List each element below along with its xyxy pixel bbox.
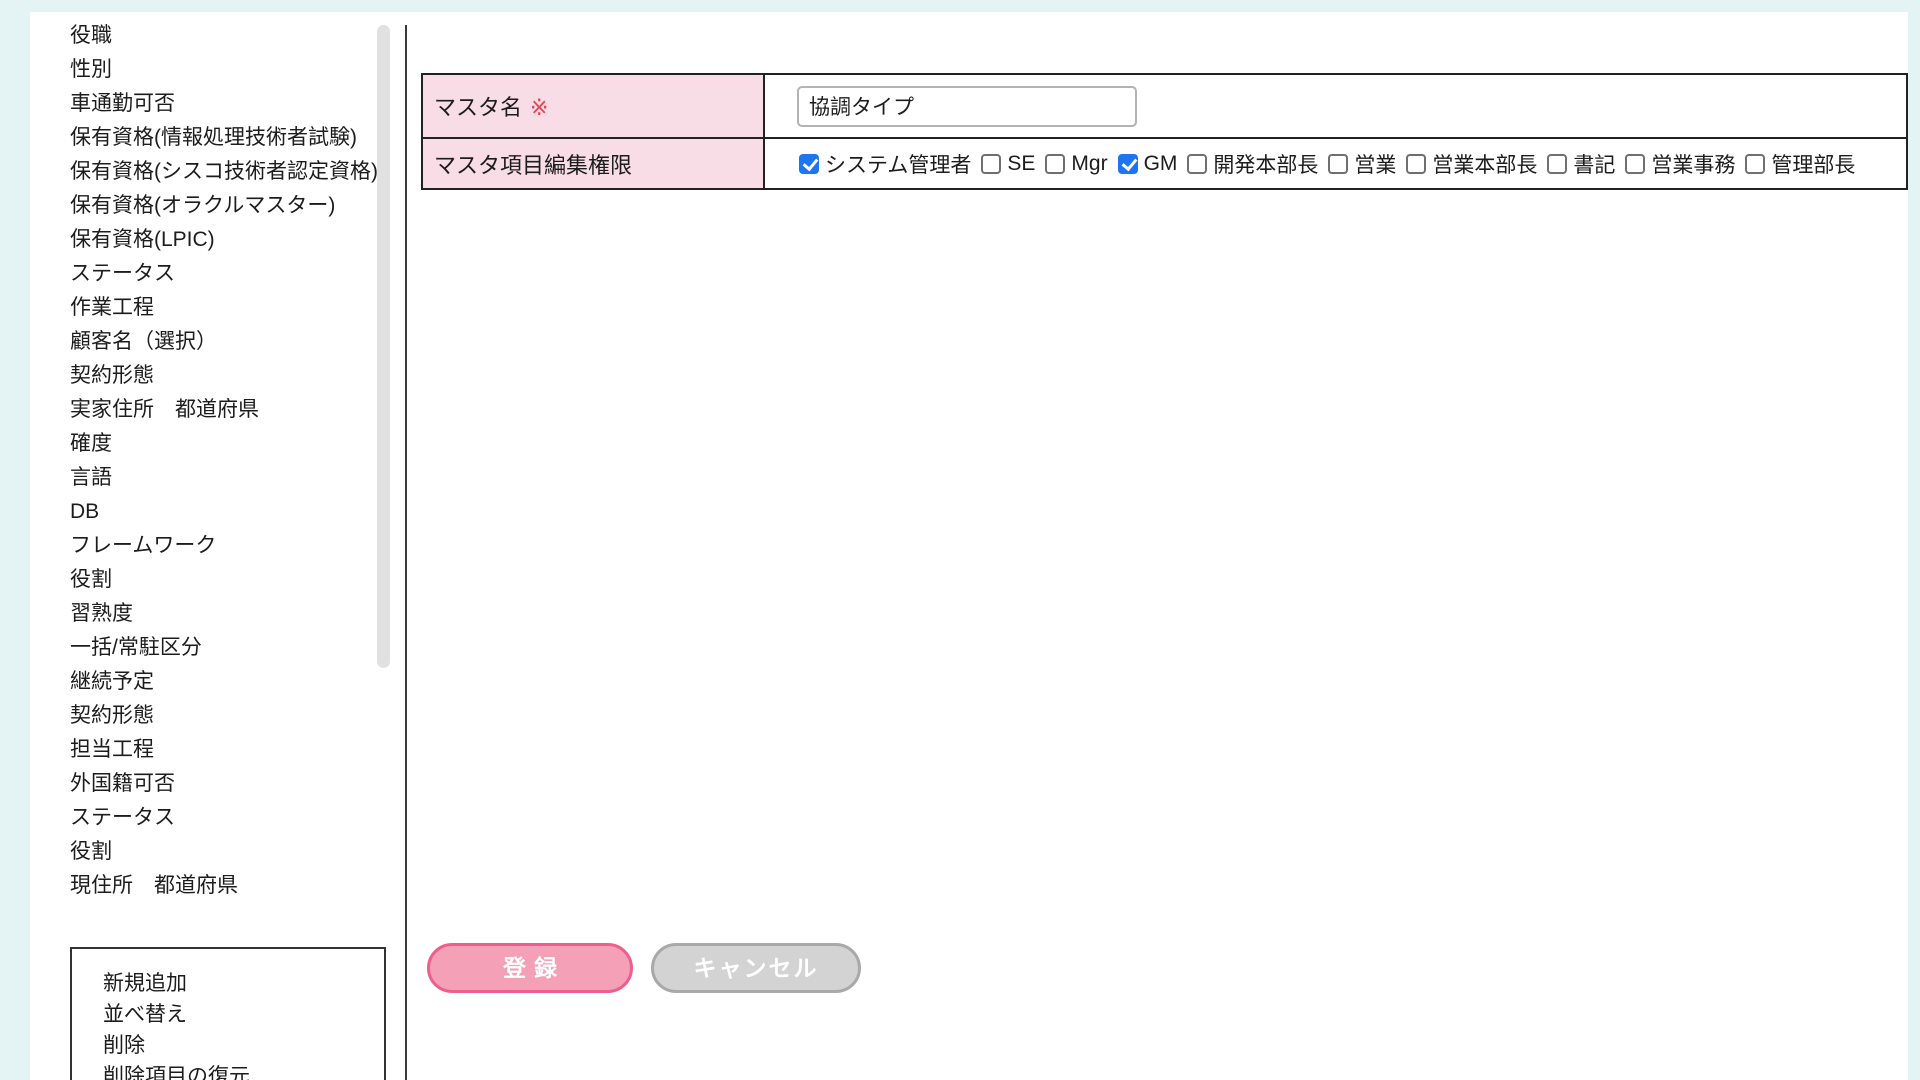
sidebar-item-cert-oracle[interactable]: 保有資格(オラクルマスター) [70,189,382,223]
sidebar-item-db[interactable]: DB [70,495,382,529]
permission-checkbox-group: システム管理者 SE Mgr GM 開発本部長 営業 営業本部長 書記 営業事務… [765,149,1906,179]
sidebar-item-cert-cisco[interactable]: 保有資格(シスコ技術者認定資格) [70,155,382,189]
required-mark: ※ [530,95,548,120]
master-name-label: マスタ名 [434,95,522,120]
permission-item-gm[interactable]: GM [1118,152,1178,176]
sidebar-item-status-1[interactable]: ステータス [70,257,382,291]
checkbox-checked-icon[interactable] [799,154,819,174]
permission-label: システム管理者 [825,149,971,179]
permission-item-sales[interactable]: 営業 [1328,149,1396,179]
permission-item-sales-hq-head[interactable]: 営業本部長 [1406,149,1537,179]
permission-item-se[interactable]: SE [981,152,1035,176]
sidebar-item-yakuwari-1[interactable]: 役割 [70,563,382,597]
master-name-label-cell: マスタ名 ※ [422,74,764,138]
master-name-value-cell [764,74,1907,138]
checkbox-unchecked-icon[interactable] [1625,154,1645,174]
sidebar-scrollbar-thumb[interactable] [377,25,390,668]
cancel-button[interactable]: キャンセル [651,943,861,993]
checkbox-unchecked-icon[interactable] [1328,154,1348,174]
menu-item-reorder[interactable]: 並べ替え [103,999,384,1030]
checkbox-unchecked-icon[interactable] [981,154,1001,174]
sidebar-item-kokyakumei[interactable]: 顧客名（選択） [70,325,382,359]
permission-label: Mgr [1071,152,1107,176]
sidebar-item-sagyou-koutei[interactable]: 作業工程 [70,291,382,325]
sidebar-item-keizoku-yotei[interactable]: 継続予定 [70,665,382,699]
permission-label: 管理部長 [1771,149,1855,179]
sidebar-item-car-commute[interactable]: 車通勤可否 [70,87,382,121]
sidebar-item-gengo[interactable]: 言語 [70,461,382,495]
sidebar-item-seibetsu[interactable]: 性別 [70,53,382,87]
sidebar-menu-box: 新規追加 並べ替え 削除 削除項目の復元 [70,947,386,1080]
sidebar-item-framework[interactable]: フレームワーク [70,529,382,563]
app-screen: 役職 性別 車通勤可否 保有資格(情報処理技術者試験) 保有資格(シスコ技術者認… [0,0,1920,1080]
sidebar-item-jikka-juusho[interactable]: 実家住所 都道府県 [70,393,382,427]
permission-label: 開発本部長 [1213,149,1318,179]
master-name-input[interactable] [797,86,1137,127]
sidebar-item-yakuwari-2[interactable]: 役割 [70,835,382,869]
master-list: 役職 性別 車通勤可否 保有資格(情報処理技術者試験) 保有資格(シスコ技術者認… [70,19,382,903]
permission-label: 営業 [1354,149,1396,179]
sidebar-item-cert-it[interactable]: 保有資格(情報処理技術者試験) [70,121,382,155]
sidebar-item-keiyaku-keitai-2[interactable]: 契約形態 [70,699,382,733]
register-button[interactable]: 登録 [427,943,633,993]
sidebar-item-tantou-koutei[interactable]: 担当工程 [70,733,382,767]
checkbox-unchecked-icon[interactable] [1745,154,1765,174]
checkbox-unchecked-icon[interactable] [1045,154,1065,174]
edit-permission-label: マスタ項目編集権限 [434,153,632,178]
sidebar-item-cert-lpic[interactable]: 保有資格(LPIC) [70,223,382,257]
permission-label: 営業本部長 [1432,149,1537,179]
sidebar-divider [405,25,407,1080]
permission-label: 営業事務 [1651,149,1735,179]
master-edit-form: マスタ名 ※ マスタ項目編集権限 システム管理者 SE Mgr GM 開発本部長 … [421,73,1908,190]
menu-item-restore-deleted[interactable]: 削除項目の復元 [103,1061,384,1080]
menu-item-add-new[interactable]: 新規追加 [103,968,384,999]
menu-item-delete[interactable]: 削除 [103,1030,384,1061]
permission-item-clerk[interactable]: 書記 [1547,149,1615,179]
permission-label: 書記 [1573,149,1615,179]
checkbox-checked-icon[interactable] [1118,154,1138,174]
sidebar-item-genjuusho[interactable]: 現住所 都道府県 [70,869,382,903]
checkbox-unchecked-icon[interactable] [1406,154,1426,174]
sidebar-item-gaikokuseki[interactable]: 外国籍可否 [70,767,382,801]
master-name-row: マスタ名 ※ [422,74,1907,138]
sidebar-item-status-2[interactable]: ステータス [70,801,382,835]
permission-item-admin-dept-head[interactable]: 管理部長 [1745,149,1855,179]
checkbox-unchecked-icon[interactable] [1187,154,1207,174]
edit-permission-value-cell: システム管理者 SE Mgr GM 開発本部長 営業 営業本部長 書記 営業事務… [764,138,1907,189]
checkbox-unchecked-icon[interactable] [1547,154,1567,174]
edit-permission-label-cell: マスタ項目編集権限 [422,138,764,189]
permission-item-system-admin[interactable]: システム管理者 [799,149,971,179]
permission-item-sales-office[interactable]: 営業事務 [1625,149,1735,179]
permission-label: GM [1144,152,1178,176]
sidebar-item-keiyaku-keitai-1[interactable]: 契約形態 [70,359,382,393]
sidebar-item-kakudo[interactable]: 確度 [70,427,382,461]
permission-item-mgr[interactable]: Mgr [1045,152,1107,176]
sidebar-item-yakushoku[interactable]: 役職 [70,19,382,53]
edit-permission-row: マスタ項目編集権限 システム管理者 SE Mgr GM 開発本部長 営業 営業本… [422,138,1907,189]
permission-label: SE [1007,152,1035,176]
permission-item-dev-hq-head[interactable]: 開発本部長 [1187,149,1318,179]
sidebar-item-ikkatsu-jouchuu[interactable]: 一括/常駐区分 [70,631,382,665]
sidebar-item-shuujukudo[interactable]: 習熟度 [70,597,382,631]
